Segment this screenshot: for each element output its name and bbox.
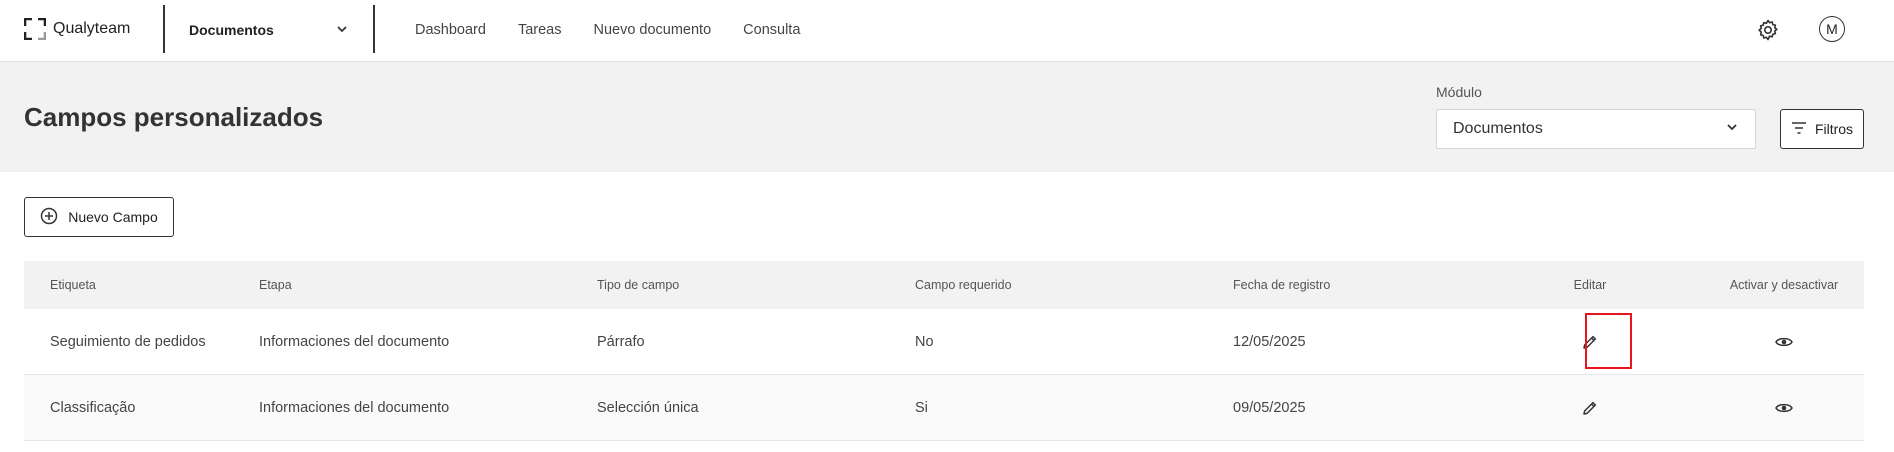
chevron-down-icon — [1725, 120, 1739, 139]
module-filter-select[interactable]: Documentos — [1436, 109, 1756, 149]
cell-toggle — [1704, 309, 1864, 374]
table-row: Classificação Informaciones del document… — [24, 375, 1864, 441]
cell-label: Seguimiento de pedidos — [50, 333, 206, 350]
cell-toggle — [1704, 375, 1864, 440]
top-navbar: Qualyteam Documentos Dashboard Tareas Nu… — [0, 0, 1894, 62]
column-header-requerido[interactable]: Campo requerido — [915, 261, 1012, 309]
settings-gear-icon[interactable] — [1756, 18, 1780, 42]
column-header-activar: Activar y desactivar — [1729, 278, 1839, 292]
chevron-down-icon — [335, 22, 349, 39]
cell-stage: Informaciones del documento — [259, 399, 450, 416]
eye-icon[interactable] — [1772, 330, 1796, 354]
nav-nuevo-documento[interactable]: Nuevo documento — [593, 22, 711, 38]
column-header-etiqueta[interactable]: Etiqueta — [50, 261, 96, 309]
nav-dashboard[interactable]: Dashboard — [415, 22, 486, 38]
main-nav: Dashboard Tareas Nuevo documento Consult… — [415, 19, 832, 41]
nav-consulta[interactable]: Consulta — [743, 22, 800, 38]
user-avatar[interactable]: M — [1819, 16, 1845, 42]
cell-date: 09/05/2025 — [1233, 399, 1306, 416]
avatar-initial: M — [1826, 21, 1838, 37]
module-selector[interactable]: Documentos — [189, 19, 349, 41]
edit-pencil-icon[interactable] — [1578, 396, 1602, 420]
cell-required: No — [915, 333, 934, 350]
module-selector-label: Documentos — [189, 22, 274, 38]
filters-button[interactable]: Filtros — [1780, 109, 1864, 149]
cell-stage: Informaciones del documento — [259, 333, 450, 350]
divider — [373, 5, 375, 53]
table-row: Seguimiento de pedidos Informaciones del… — [24, 309, 1864, 375]
qualyteam-logo-icon — [23, 17, 47, 41]
cell-date: 12/05/2025 — [1233, 333, 1306, 350]
plus-circle-icon — [40, 207, 58, 228]
app-name: Qualyteam — [53, 20, 131, 37]
cell-required: Si — [915, 399, 928, 416]
column-header-tipo[interactable]: Tipo de campo — [597, 261, 679, 309]
table-header: Etiqueta Etapa Tipo de campo Campo reque… — [24, 261, 1864, 309]
page-title: Campos personalizados — [24, 102, 324, 132]
custom-fields-table: Etiqueta Etapa Tipo de campo Campo reque… — [24, 261, 1864, 441]
logo[interactable]: Qualyteam — [23, 17, 131, 41]
column-header-fecha[interactable]: Fecha de registro — [1233, 261, 1330, 309]
filter-icon — [1791, 121, 1807, 138]
cell-label: Classificação — [50, 399, 136, 416]
column-header-editar: Editar — [1573, 278, 1607, 292]
page-header: Campos personalizados Módulo Documentos … — [0, 62, 1894, 172]
cell-type: Párrafo — [597, 333, 645, 350]
module-filter-label: Módulo — [1436, 84, 1482, 100]
nav-tareas[interactable]: Tareas — [518, 22, 562, 38]
divider — [163, 5, 165, 53]
cell-type: Selección única — [597, 399, 699, 416]
module-filter-value: Documentos — [1453, 120, 1543, 137]
cell-edit — [1540, 375, 1640, 440]
eye-icon[interactable] — [1772, 396, 1796, 420]
cell-edit — [1540, 309, 1640, 374]
new-field-button-label: Nuevo Campo — [68, 209, 158, 225]
filters-button-label: Filtros — [1814, 121, 1854, 137]
edit-pencil-icon[interactable] — [1578, 330, 1602, 354]
column-header-etapa[interactable]: Etapa — [259, 261, 292, 309]
new-field-button[interactable]: Nuevo Campo — [24, 197, 174, 237]
